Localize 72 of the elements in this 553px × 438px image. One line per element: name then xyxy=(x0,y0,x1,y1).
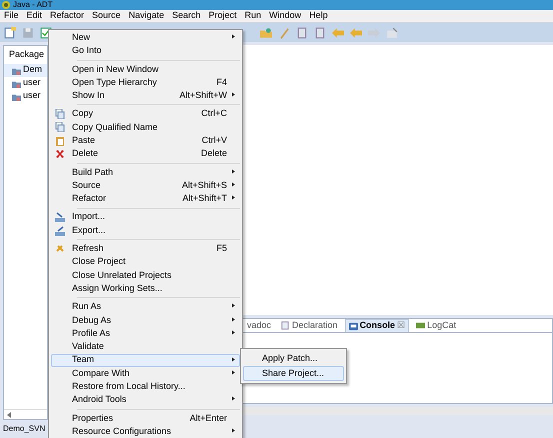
clipboard-icon xyxy=(55,136,65,146)
tab-icon xyxy=(416,321,426,330)
page-icon xyxy=(296,26,308,38)
menu-item[interactable]: Android Tools xyxy=(51,393,240,407)
menu-item[interactable]: Export... xyxy=(51,224,240,238)
menu-item[interactable]: Open Type Hierarchy F4 xyxy=(51,76,240,90)
menu-item[interactable]: Source xyxy=(92,9,121,23)
back-arrow-icon xyxy=(350,26,362,38)
menu-item[interactable]: Paste Ctrl+V xyxy=(51,134,240,148)
import-icon xyxy=(55,212,65,222)
status-text: Demo_SVN xyxy=(3,423,46,435)
window-title: Java - ADT xyxy=(13,1,53,9)
view-tab[interactable]: LogCat xyxy=(413,319,460,332)
menu-item[interactable]: Assign Working Sets... xyxy=(51,282,240,296)
new-file-icon xyxy=(4,26,16,38)
menu-item[interactable]: Help xyxy=(309,9,328,23)
copy-icon xyxy=(55,122,65,132)
menu-item[interactable]: Show In Alt+Shift+W xyxy=(51,89,240,102)
menu-item[interactable]: Refresh F5 xyxy=(51,242,240,256)
menu-item[interactable]: Navigate xyxy=(128,9,164,23)
menu-item[interactable]: Import... xyxy=(51,210,240,224)
menu-item[interactable]: Delete Delete xyxy=(51,147,240,161)
menu-item[interactable]: Project xyxy=(208,9,237,23)
menu-item[interactable]: Restore from Local History... xyxy=(51,380,240,394)
menu-item[interactable]: Close Unrelated Projects xyxy=(51,268,240,282)
menu-item[interactable]: Apply Patch... xyxy=(243,351,344,366)
menu-item[interactable]: Build Path xyxy=(51,166,240,179)
menu-item[interactable]: Copy Ctrl+C xyxy=(51,107,240,121)
export-icon xyxy=(55,226,65,236)
menu-item[interactable]: Open in New Window xyxy=(51,62,240,76)
page-icon xyxy=(314,26,326,38)
menu-item[interactable]: Resource Configurations xyxy=(51,425,240,438)
menu-item[interactable]: Go Into xyxy=(51,44,240,58)
menu-item[interactable]: Profile As xyxy=(51,326,240,340)
scroll-left-icon[interactable] xyxy=(7,412,11,418)
menu-item[interactable]: Copy Qualified Name xyxy=(51,120,240,134)
menu-item[interactable]: Close Project xyxy=(51,255,240,269)
menu-item[interactable]: Properties Alt+Enter xyxy=(51,412,240,426)
project-icon xyxy=(12,66,21,74)
menu-item[interactable]: Team xyxy=(51,354,240,367)
menu-item[interactable]: Source Alt+Shift+S xyxy=(51,178,240,192)
view-tab[interactable]: Console ☒ xyxy=(344,319,410,332)
menu-item[interactable]: Search xyxy=(172,9,201,23)
app-icon xyxy=(2,1,10,9)
menu-item[interactable]: Validate xyxy=(51,340,240,354)
menu-item[interactable]: File xyxy=(4,9,19,23)
menu-item[interactable]: Window xyxy=(269,9,302,23)
back-arrow-icon xyxy=(332,26,344,38)
menu-item[interactable]: Compare With xyxy=(51,366,240,380)
pin-icon xyxy=(386,26,398,38)
view-tab[interactable]: vadoc xyxy=(244,319,274,332)
menu-item[interactable]: Debug As xyxy=(51,314,240,327)
menu-item[interactable]: Edit xyxy=(26,9,42,23)
folder-icon xyxy=(260,26,272,38)
menu-item[interactable]: Refactor xyxy=(50,9,84,23)
menu-item[interactable]: Share Project... xyxy=(243,366,344,381)
menu-item[interactable]: Refactor Alt+Shift+T xyxy=(51,192,240,206)
view-tab[interactable]: Declaration xyxy=(278,319,341,332)
delete-icon xyxy=(55,149,65,160)
tree-item[interactable]: Dem xyxy=(4,64,47,76)
project-icon xyxy=(12,92,21,100)
project-icon xyxy=(12,78,21,88)
tab-icon xyxy=(281,321,290,330)
save-icon xyxy=(22,26,34,38)
menu-item[interactable]: Run xyxy=(244,9,262,23)
tab-icon xyxy=(348,322,358,330)
tree-item[interactable]: user xyxy=(4,76,47,90)
tree-item[interactable]: user xyxy=(4,90,47,102)
copy-icon xyxy=(55,109,65,120)
panel-title: Package xyxy=(9,48,44,61)
menu-item[interactable]: Run As xyxy=(51,300,240,314)
menu-item[interactable]: New xyxy=(51,31,240,44)
